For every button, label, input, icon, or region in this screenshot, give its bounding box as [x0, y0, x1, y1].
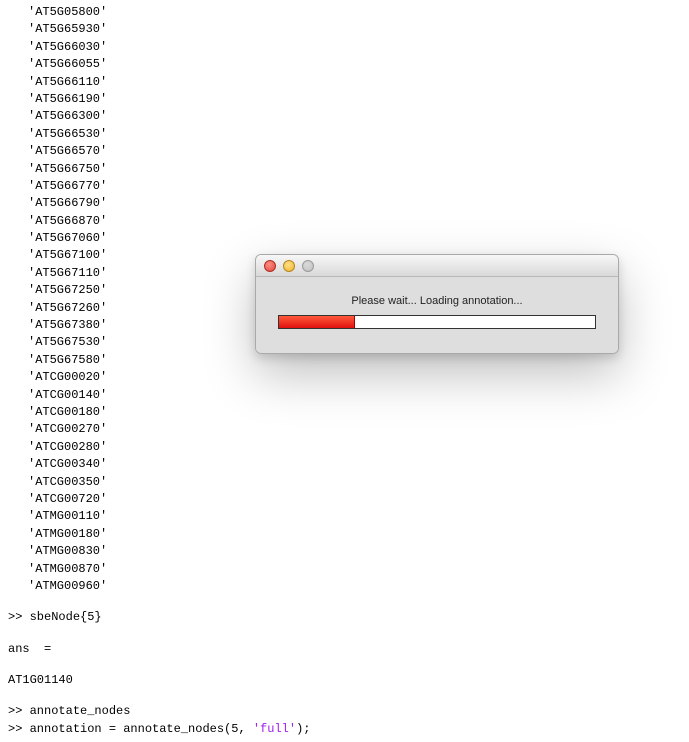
dialog-message: Please wait... Loading annotation... [278, 295, 596, 307]
gene-id: 'AT5G66770' [28, 178, 681, 195]
gene-id: 'AT5G66300' [28, 108, 681, 125]
gene-id: 'AT5G66750' [28, 161, 681, 178]
gene-id: 'ATCG00180' [28, 404, 681, 421]
command-line-2: >> annotate_nodes [8, 703, 681, 720]
command-line-1: >> sbeNode{5} [8, 609, 681, 626]
gene-id: 'ATCG00280' [28, 439, 681, 456]
gene-id: 'AT5G66110' [28, 74, 681, 91]
dialog-titlebar[interactable] [256, 255, 618, 277]
gene-id: 'ATMG00960' [28, 578, 681, 595]
gene-id: 'ATCG00020' [28, 369, 681, 386]
gene-id: 'ATCG00720' [28, 491, 681, 508]
ans-label: ans = [8, 641, 681, 658]
gene-id: 'AT5G66190' [28, 91, 681, 108]
gene-id: 'ATCG00140' [28, 387, 681, 404]
minimize-icon[interactable] [283, 260, 295, 272]
gene-id: 'ATMG00180' [28, 526, 681, 543]
gene-id: 'AT5G05800' [28, 4, 681, 21]
gene-id: 'ATCG00350' [28, 474, 681, 491]
gene-id: 'AT5G67580' [28, 352, 681, 369]
gene-id: 'AT5G65930' [28, 21, 681, 38]
gene-id: 'AT5G66790' [28, 195, 681, 212]
gene-id: 'AT5G67060' [28, 230, 681, 247]
progress-fill [279, 316, 355, 328]
progress-dialog: Please wait... Loading annotation... [255, 254, 619, 354]
dialog-body: Please wait... Loading annotation... [256, 277, 618, 353]
gene-id: 'AT5G66530' [28, 126, 681, 143]
command-line-3: >> annotation = annotate_nodes(5, 'full'… [8, 721, 681, 738]
gene-id: 'ATCG00340' [28, 456, 681, 473]
progress-bar [278, 315, 596, 329]
gene-id: 'ATCG00270' [28, 421, 681, 438]
gene-id: 'AT5G66055' [28, 56, 681, 73]
gene-id: 'ATMG00830' [28, 543, 681, 560]
gene-id: 'AT5G66030' [28, 39, 681, 56]
gene-id: 'AT5G66870' [28, 213, 681, 230]
ans-value: AT1G01140 [8, 672, 681, 689]
close-icon[interactable] [264, 260, 276, 272]
gene-id: 'AT5G66570' [28, 143, 681, 160]
gene-id: 'ATMG00110' [28, 508, 681, 525]
zoom-icon[interactable] [302, 260, 314, 272]
gene-id: 'ATMG00870' [28, 561, 681, 578]
matlab-console[interactable]: 'AT5G05800''AT5G65930''AT5G66030''AT5G66… [0, 0, 689, 742]
